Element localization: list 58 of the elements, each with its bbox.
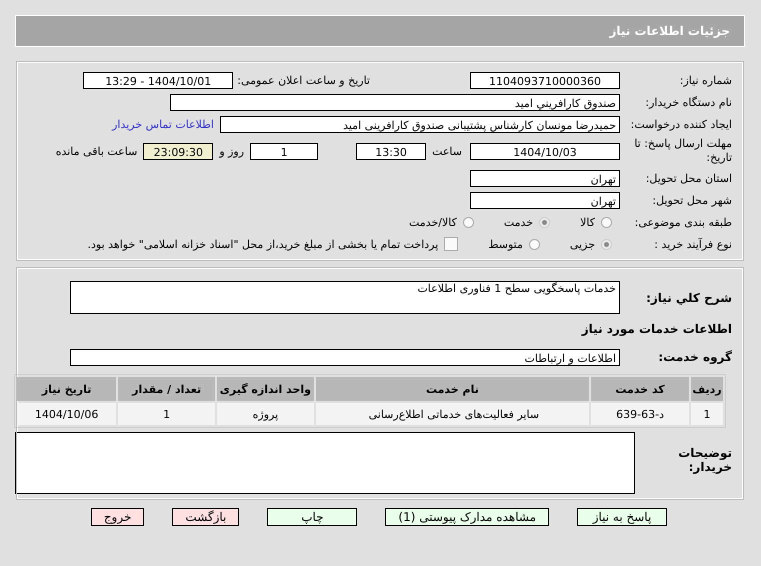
table-cell: سایر فعالیت‌های خدماتی اطلاع‌رسانی	[316, 403, 590, 425]
column-header: کد خدمت	[591, 377, 690, 401]
description-field: خدمات پاسخگویی سطح 1 فناوری اطلاعات	[70, 281, 620, 314]
action-button[interactable]: مشاهده مدارک پیوستی (1)	[385, 508, 549, 526]
table-cell: پروژه	[217, 403, 314, 425]
field-label: ساعت باقی مانده	[56, 144, 138, 158]
column-header: تاریخ نیاز	[17, 377, 116, 401]
table-cell: 1	[118, 403, 216, 425]
table-cell: 1404/10/06	[17, 403, 116, 425]
action-button[interactable]: پاسخ به نیاز	[577, 508, 667, 526]
deadline-date-field: 1404/10/03	[470, 142, 620, 160]
service-group-field: اطلاعات و ارتباطات	[70, 348, 620, 366]
checkbox[interactable]	[444, 237, 458, 251]
buyer-field: صندوق کارافريني اميد	[170, 94, 620, 110]
field-label: مهلت ارسال پاسخ: تا تاریخ:	[633, 137, 732, 165]
announce-date-field: 1404/10/01 - 13:29	[83, 72, 234, 88]
buyer-notes-field[interactable]	[15, 432, 635, 494]
column-header: واحد اندازه گیری	[217, 377, 314, 401]
buyer-contact-link[interactable]: اطلاعات تماس خریدار	[112, 118, 214, 130]
need-number-field: 1104093710000360	[470, 72, 620, 88]
table-cell: د-63-639	[591, 403, 690, 425]
table-cell: 1	[691, 403, 723, 425]
radio-label: خدمت	[504, 216, 534, 228]
action-button[interactable]: خروج	[90, 508, 144, 526]
radio-button[interactable]	[462, 216, 474, 228]
field-label: نوع فرآیند خرید :	[653, 238, 732, 250]
page-title: جزئیات اطلاعات نیاز	[609, 24, 730, 38]
radio-label: کالا	[580, 216, 595, 228]
days-field: 1	[250, 142, 318, 160]
field-label: تاریخ و ساعت اعلان عمومی:	[237, 74, 370, 86]
field-label: گروه خدمت:	[657, 350, 732, 364]
column-header: تعداد / مقدار	[118, 377, 216, 401]
radio-label: کالا/خدمت	[409, 216, 457, 228]
field-label: روز و	[219, 144, 244, 158]
radio-button[interactable]	[528, 238, 540, 250]
action-button[interactable]: چاپ	[267, 508, 358, 526]
field-label: توضیحات خریدار:	[677, 446, 732, 474]
checkbox-label: پرداخت تمام یا بخشی از مبلغ خرید،از محل "اسناد خزانه اسلامی" خواهد بود.	[88, 238, 438, 250]
field-label: شماره نیاز:	[678, 74, 732, 86]
field-label: ساعت	[432, 144, 462, 158]
action-button[interactable]: بازگشت	[172, 508, 240, 526]
field-label: نام دستگاه خریدار:	[644, 96, 732, 108]
remaining-time-field: 23:09:30	[143, 142, 214, 160]
section-heading: اطلاعات خدمات مورد نياز	[582, 322, 732, 336]
column-header: نام خدمت	[316, 377, 590, 401]
creator-field: حمیدرضا مونسان کارشناس پشتیبانی صندوق کارافرینی امید	[220, 116, 620, 132]
radio-label: متوسط	[488, 238, 523, 250]
field-label: استان محل تحویل:	[644, 172, 732, 184]
deadline-time-field: 13:30	[356, 142, 426, 160]
field-label: شرح کلي نياز:	[645, 290, 732, 304]
radio-button[interactable]	[601, 216, 612, 228]
radio-label: جزیی	[570, 238, 595, 250]
field-label: ایجاد کننده درخواست:	[630, 118, 732, 130]
province-field: تهران	[470, 170, 620, 186]
city-field: تهران	[470, 192, 620, 208]
field-label: طبقه بندی موضوعی:	[634, 216, 732, 228]
column-header: ردیف	[691, 377, 723, 401]
field-label: شهر محل تحویل:	[651, 194, 732, 206]
